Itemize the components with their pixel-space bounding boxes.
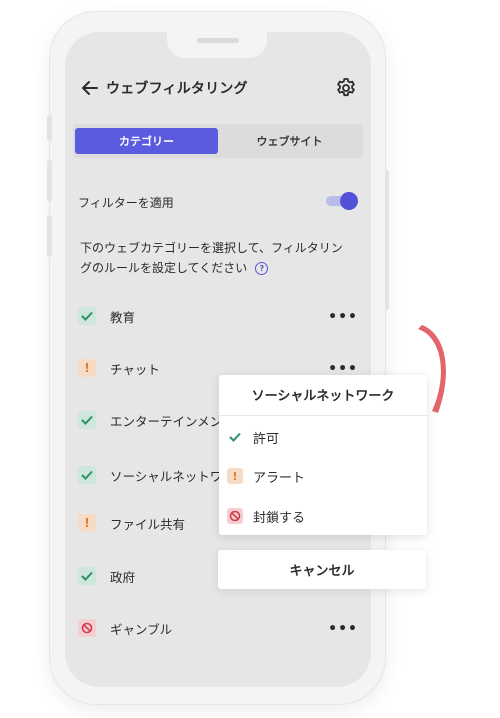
option-block[interactable]: 封鎖する	[227, 506, 305, 526]
alert-icon: !	[78, 359, 96, 377]
cancel-button[interactable]: キャンセル	[218, 550, 426, 589]
check-icon	[78, 466, 96, 484]
arrow-left-icon[interactable]	[80, 78, 100, 98]
filter-toggle[interactable]	[326, 192, 358, 210]
check-icon	[227, 429, 243, 445]
option-label: アラート	[253, 470, 306, 486]
popup-title: ソーシャルネットワーク	[251, 389, 395, 404]
category-label: ファイル共有	[110, 516, 186, 532]
divider	[219, 415, 427, 416]
tab-websites[interactable]: ウェブサイト	[218, 128, 361, 154]
option-label: 封鎖する	[253, 510, 306, 526]
phone-power-button	[385, 170, 389, 310]
app-header: ウェブフィルタリング	[80, 74, 360, 102]
filter-label: フィルターを適用	[78, 196, 174, 210]
option-allow[interactable]: 許可	[227, 427, 279, 447]
more-options-icon[interactable]: •••	[328, 309, 358, 325]
check-icon	[78, 307, 96, 325]
list-item[interactable]: ギャンブル •••	[78, 616, 360, 640]
speaker-grille	[197, 38, 239, 43]
help-icon[interactable]: ?	[255, 262, 269, 275]
status-popup-menu: ソーシャルネットワーク 許可 ! アラート 封鎖する	[219, 375, 427, 535]
alert-icon: !	[227, 468, 243, 484]
category-tabs: カテゴリー ウェブサイト	[73, 124, 363, 158]
block-icon	[227, 508, 243, 524]
phone-notch	[167, 32, 267, 58]
tab-categories[interactable]: カテゴリー	[75, 128, 218, 154]
gear-icon[interactable]	[334, 76, 358, 100]
category-label: ソーシャルネットワ	[110, 468, 223, 484]
instruction-line: 下のウェブカテゴリーを選択して、フィルタリン	[80, 241, 343, 255]
category-label: チャット	[110, 361, 160, 377]
category-label: 教育	[110, 309, 136, 325]
more-options-icon[interactable]: •••	[328, 621, 358, 637]
list-item[interactable]: 教育 •••	[78, 304, 360, 328]
check-icon	[78, 567, 96, 585]
check-icon	[78, 411, 96, 429]
category-label: 政府	[110, 569, 136, 585]
option-alert[interactable]: ! アラート	[227, 466, 305, 486]
instruction-text: 下のウェブカテゴリーを選択して、フィルタリン グのルールを設定してください?	[80, 238, 360, 278]
category-label: エンターテインメン	[110, 413, 223, 429]
category-label: ギャンブル	[110, 621, 173, 637]
block-icon	[78, 619, 96, 637]
phone-side-button	[47, 115, 52, 141]
toggle-knob	[340, 192, 358, 210]
alert-icon: !	[78, 514, 96, 532]
page-title: ウェブフィルタリング	[106, 81, 248, 97]
instruction-line: グのルールを設定してください	[80, 261, 248, 275]
phone-side-button	[47, 215, 52, 257]
option-label: 許可	[253, 431, 280, 447]
phone-side-button	[47, 160, 52, 202]
